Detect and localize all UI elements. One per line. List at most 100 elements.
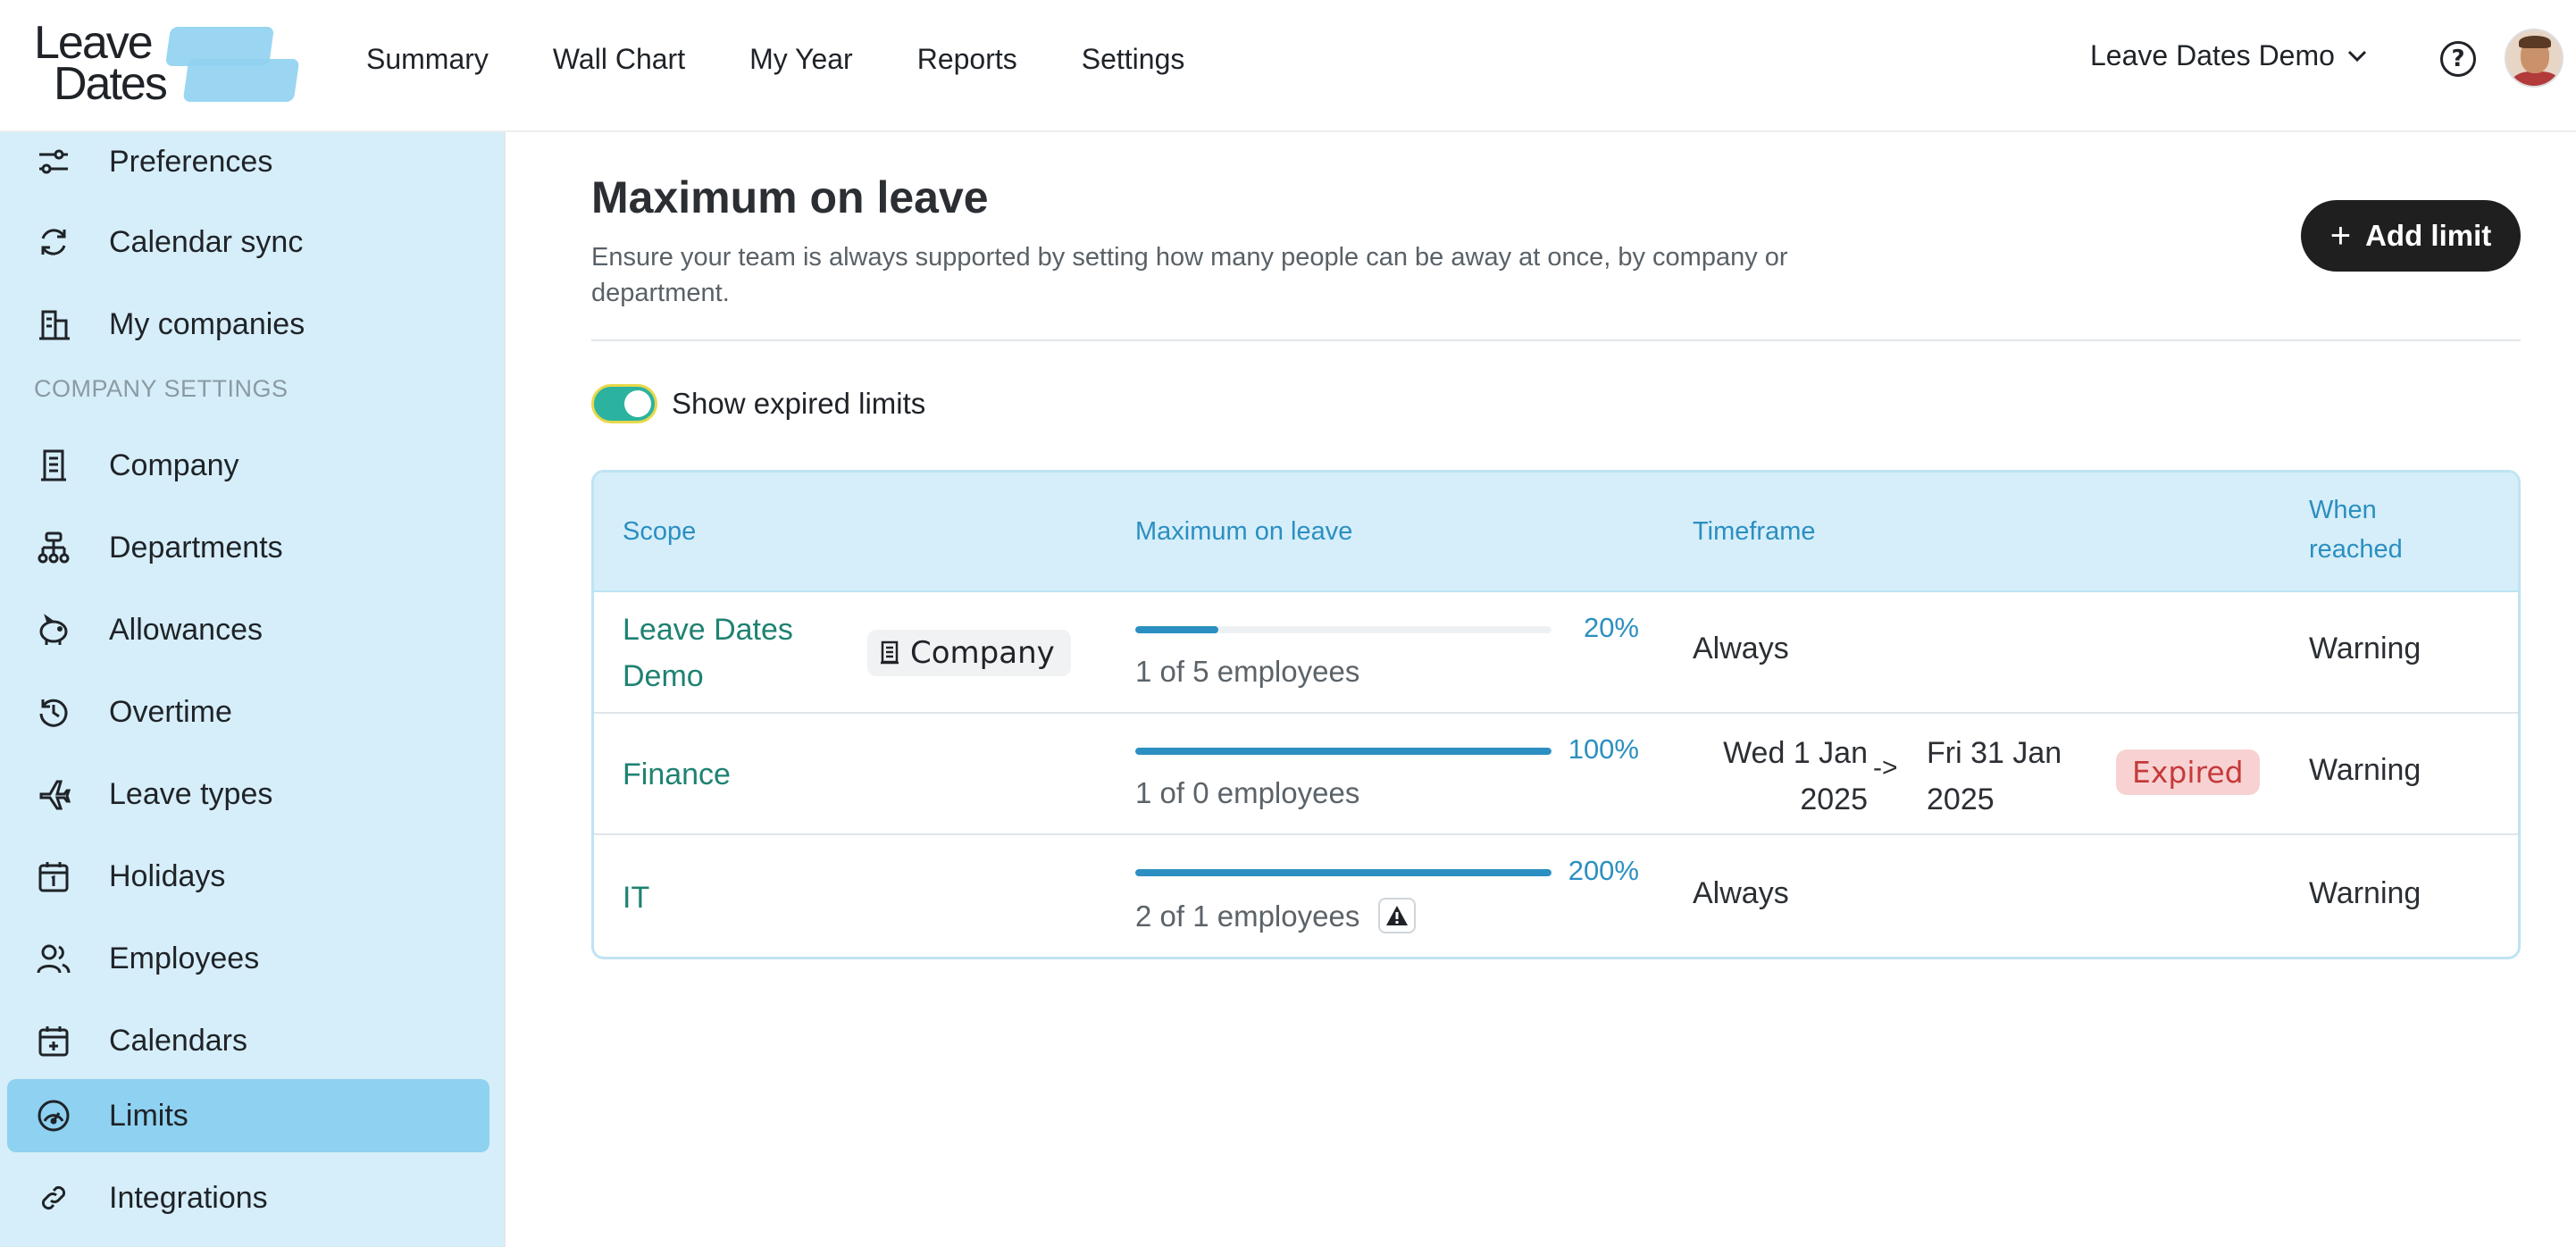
sidebar-item-label: Integrations xyxy=(109,1180,268,1215)
progress-fill xyxy=(1135,626,1219,633)
when-reached-value: Warning xyxy=(2309,753,2421,787)
scope-link[interactable]: Finance xyxy=(623,751,731,798)
limits-page: Maximum on leave Ensure your team is alw… xyxy=(506,132,2576,1247)
sidebar-item-label: Leave types xyxy=(109,776,273,811)
org-switcher[interactable]: Leave Dates Demo xyxy=(2090,39,2367,72)
avatar[interactable] xyxy=(2505,29,2563,88)
table-row[interactable]: IT 200% 2 of 1 employees Always Warning xyxy=(594,835,2518,957)
sidebar-item-label: My companies xyxy=(109,306,305,341)
hierarchy-icon xyxy=(34,528,73,567)
sidebar-item-label: Calendar sync xyxy=(109,224,304,259)
nav-my-year[interactable]: My Year xyxy=(749,43,853,76)
sidebar-item-departments[interactable]: Departments xyxy=(7,511,489,584)
plane-icon xyxy=(34,774,73,814)
sidebar-item-label: Allowances xyxy=(109,612,263,647)
sidebar-item-label: Calendars xyxy=(109,1023,247,1058)
leave-dates-logo[interactable]: Leave Dates xyxy=(34,16,300,114)
header-when-reached: When reached xyxy=(2309,496,2403,564)
table-header: Scope Maximum on leave Timeframe When re… xyxy=(594,473,2518,592)
sidebar-item-label: Overtime xyxy=(109,694,232,729)
limit-progress-bar xyxy=(1135,869,1551,876)
clock-rotate-icon xyxy=(34,692,73,732)
show-expired-label: Show expired limits xyxy=(672,387,926,420)
sidebar-item-label: Employees xyxy=(109,941,260,975)
show-expired-toggle[interactable] xyxy=(591,384,657,423)
calendar-plus-icon xyxy=(34,1021,73,1060)
sidebar-item-company[interactable]: Company xyxy=(7,429,489,502)
avatar-hair xyxy=(2519,36,2551,48)
employee-count: 1 of 0 employees xyxy=(1135,776,1360,809)
sidebar-item-label: Departments xyxy=(109,530,283,565)
scope-link[interactable]: Leave Dates Demo xyxy=(623,607,828,699)
logo-swatch xyxy=(182,59,300,102)
sidebar-item-leave-types[interactable]: Leave types xyxy=(7,757,489,831)
sidebar-item-employees[interactable]: Employees xyxy=(7,922,489,995)
main-nav: Summary Wall Chart My Year Reports Setti… xyxy=(366,0,1249,118)
sidebar-item-my-companies[interactable]: My companies xyxy=(7,288,489,361)
add-limit-button[interactable]: + Add limit xyxy=(2301,200,2521,272)
sidebar-item-calendar-sync[interactable]: Calendar sync xyxy=(7,205,489,279)
warning-triangle-icon[interactable] xyxy=(1378,898,1416,933)
badge-label: Company xyxy=(910,635,1055,671)
logo-text-line2: Dates xyxy=(54,58,168,110)
progress-fill xyxy=(1135,748,1551,755)
employee-count: 1 of 5 employees xyxy=(1135,655,1360,688)
sliders-icon xyxy=(34,142,73,181)
top-bar: Leave Dates Summary Wall Chart My Year R… xyxy=(0,0,2576,132)
help-icon[interactable]: ? xyxy=(2440,41,2476,77)
chevron-down-icon xyxy=(2347,50,2366,62)
limit-percent: 200% xyxy=(1568,855,1639,886)
timeframe-arrow: -> xyxy=(1873,753,1898,783)
gauge-icon xyxy=(34,1096,73,1135)
header-timeframe: Timeframe xyxy=(1693,517,1816,546)
scope-type-badge: Company xyxy=(867,630,1071,676)
piggy-bank-icon xyxy=(34,610,73,649)
sidebar-item-label: Holidays xyxy=(109,858,226,893)
page-title: Maximum on leave xyxy=(591,172,989,222)
toggle-knob xyxy=(624,390,651,417)
sidebar-item-calendars[interactable]: Calendars xyxy=(7,1004,489,1077)
sidebar-item-allowances[interactable]: Allowances xyxy=(7,593,489,666)
building-icon xyxy=(34,446,73,485)
sidebar-item-limits[interactable]: Limits xyxy=(7,1079,489,1152)
header-maximum: Maximum on leave xyxy=(1135,517,1353,546)
employee-count: 2 of 1 employees xyxy=(1135,900,1360,933)
sidebar-item-preferences[interactable]: Preferences xyxy=(7,132,489,198)
settings-sidebar: Preferences Calendar sync My companies C… xyxy=(0,132,506,1247)
table-row[interactable]: Leave Dates Demo Company 20% 1 of 5 empl… xyxy=(594,592,2518,714)
sidebar-item-holidays[interactable]: Holidays xyxy=(7,840,489,913)
sidebar-item-overtime[interactable]: Overtime xyxy=(7,675,489,749)
nav-settings[interactable]: Settings xyxy=(1082,43,1185,76)
sidebar-item-integrations[interactable]: Integrations xyxy=(7,1161,489,1234)
building-icon xyxy=(881,640,899,665)
show-expired-row: Show expired limits xyxy=(591,384,925,423)
limit-percent: 100% xyxy=(1568,733,1639,765)
limit-progress-bar xyxy=(1135,748,1551,755)
nav-wall-chart[interactable]: Wall Chart xyxy=(553,43,685,76)
nav-reports[interactable]: Reports xyxy=(917,43,1017,76)
page-description: Ensure your team is always supported by … xyxy=(591,243,1788,307)
progress-fill xyxy=(1135,869,1551,876)
sidebar-item-label: Limits xyxy=(109,1098,188,1133)
sync-icon xyxy=(34,222,73,262)
limit-percent: 20% xyxy=(1583,612,1639,643)
header-scope: Scope xyxy=(623,517,697,546)
sidebar-section-header: COMPANY SETTINGS xyxy=(34,375,289,402)
add-limit-label: Add limit xyxy=(2365,219,2492,252)
header-divider xyxy=(591,339,2521,341)
timeframe-end: Fri 31 Jan 2025 xyxy=(1927,736,2062,816)
expired-badge: Expired xyxy=(2116,749,2260,795)
nav-summary[interactable]: Summary xyxy=(366,43,489,76)
sidebar-item-label: Preferences xyxy=(109,144,273,179)
avatar-shirt xyxy=(2512,71,2560,86)
limit-progress-bar xyxy=(1135,626,1551,633)
timeframe-start: Wed 1 Jan 2025 xyxy=(1723,736,1868,816)
plus-icon: + xyxy=(2329,216,2352,255)
when-reached-value: Warning xyxy=(2309,632,2421,665)
table-row[interactable]: Finance 100% 1 of 0 employees Wed 1 Jan … xyxy=(594,714,2518,835)
timeframe-value: Always xyxy=(1693,876,1789,910)
scope-link[interactable]: IT xyxy=(623,875,649,921)
users-icon xyxy=(34,939,73,978)
buildings-icon xyxy=(34,305,73,344)
when-reached-value: Warning xyxy=(2309,876,2421,910)
